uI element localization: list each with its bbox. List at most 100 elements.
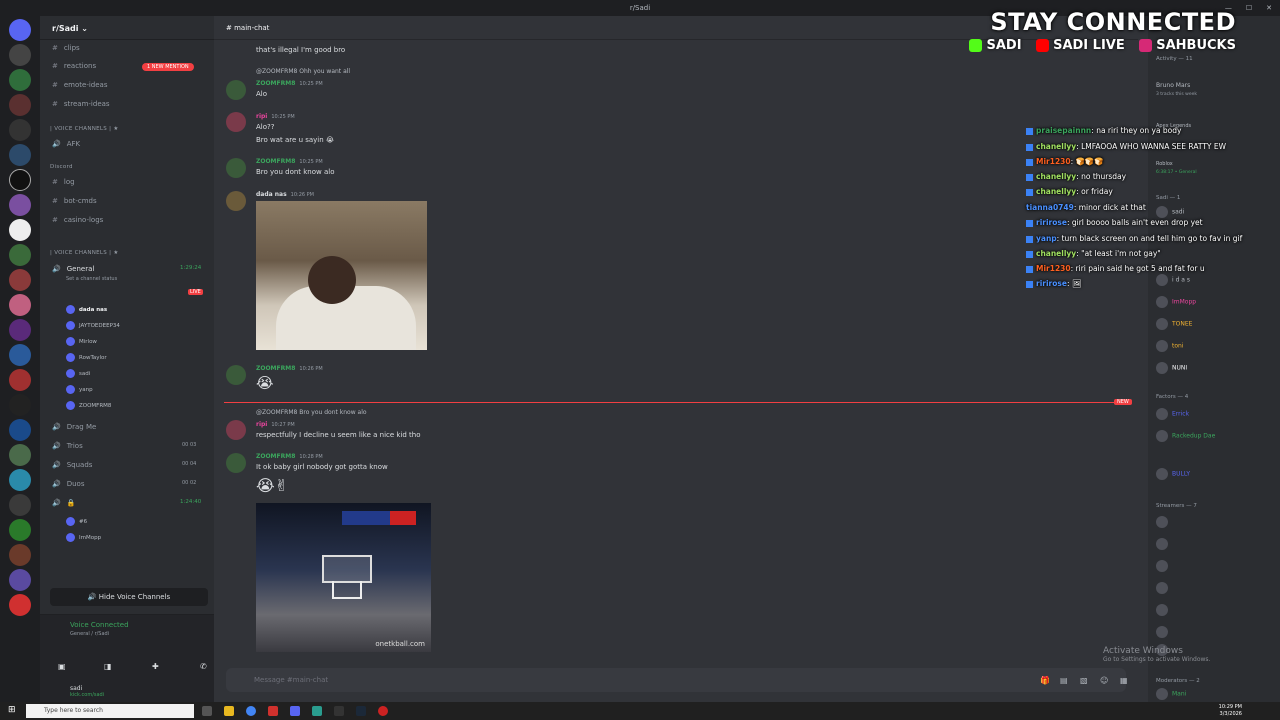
author-name[interactable]: ZOOMFRM8 <box>256 80 295 87</box>
channel-stream-ideas[interactable]: # stream-ideas <box>52 100 110 108</box>
discord-icon[interactable] <box>290 706 300 716</box>
server-icon[interactable] <box>9 544 31 566</box>
voice-channel-duos[interactable]: 🔊 Duos <box>52 480 84 488</box>
voice-user[interactable]: RowTaylor <box>66 353 107 362</box>
server-icon[interactable] <box>9 294 31 316</box>
server-icon[interactable] <box>9 419 31 441</box>
voice-channel-locked[interactable]: 🔊 🔒 <box>52 499 75 507</box>
member-row[interactable]: i d a s <box>1156 274 1190 286</box>
channel-reactions[interactable]: # reactions <box>52 62 96 70</box>
server-icon[interactable] <box>9 444 31 466</box>
member-row[interactable]: sadi <box>1156 206 1184 218</box>
member-row[interactable]: TONEE <box>1156 318 1192 330</box>
member-row[interactable]: Mani <box>1156 688 1186 700</box>
voice-user[interactable]: yanp <box>66 385 93 394</box>
server-icon[interactable] <box>9 394 31 416</box>
voice-user[interactable]: dada nas <box>66 305 107 314</box>
message-input[interactable]: Message #main-chat <box>226 668 1126 692</box>
hide-voice-channels-button[interactable]: 🔊 Hide Voice Channels <box>50 588 208 606</box>
screen-share-icon[interactable]: ◨ <box>104 662 112 671</box>
author-name[interactable]: ZOOMFRM8 <box>256 453 295 460</box>
voice-user[interactable]: ZOOMFRM8 <box>66 401 111 410</box>
activity-name[interactable]: Roblox <box>1156 161 1173 167</box>
avatar[interactable] <box>226 420 246 440</box>
member-row[interactable] <box>1156 582 1172 594</box>
channel-casino-logs[interactable]: # casino-logs <box>52 216 103 224</box>
member-row[interactable]: Errick <box>1156 408 1189 420</box>
member-row[interactable]: BULLY <box>1156 468 1190 480</box>
server-icon[interactable] <box>9 194 31 216</box>
voice-channel-drag-me[interactable]: 🔊 Drag Me <box>52 423 96 431</box>
chrome-icon[interactable] <box>246 706 256 716</box>
windows-start-icon[interactable]: ⊞ <box>8 705 16 715</box>
member-row[interactable] <box>1156 604 1172 616</box>
server-icon[interactable] <box>9 169 31 191</box>
member-row[interactable]: ImMopp <box>1156 296 1196 308</box>
category-voice-channels[interactable]: | VOICE CHANNELS | ★ <box>50 126 119 132</box>
disconnect-icon[interactable]: ✆ <box>200 662 207 671</box>
category-voice-channels-2[interactable]: | VOICE CHANNELS | ★ <box>50 250 119 256</box>
voice-user[interactable]: #6 <box>66 517 87 526</box>
server-icon[interactable] <box>9 519 31 541</box>
server-icon[interactable] <box>9 494 31 516</box>
voice-user[interactable]: JAYTOEDEEP34 <box>66 321 120 330</box>
avatar[interactable] <box>226 365 246 385</box>
server-icon[interactable] <box>9 469 31 491</box>
gif-icon[interactable]: ▤ <box>1060 676 1068 685</box>
member-row[interactable] <box>1156 516 1172 528</box>
maximize-icon[interactable]: ☐ <box>1246 0 1252 16</box>
channel-bot-cmds[interactable]: # bot-cmds <box>52 197 97 205</box>
author-name[interactable]: ripi <box>256 113 267 120</box>
voice-user[interactable]: Mirlow <box>66 337 97 346</box>
server-icon[interactable] <box>9 94 31 116</box>
avatar[interactable] <box>226 112 246 132</box>
reply-preview[interactable]: @ZOOMFRM8 Ohh you want all <box>256 68 350 75</box>
avatar[interactable] <box>226 191 246 211</box>
server-icon[interactable] <box>9 69 31 91</box>
server-icon[interactable] <box>9 269 31 291</box>
voice-connected-sub[interactable]: General / r/Sadi <box>70 631 109 637</box>
activities-icon[interactable]: ✚ <box>152 662 159 671</box>
server-icon[interactable] <box>9 369 31 391</box>
app-icon[interactable] <box>268 706 278 716</box>
reply-preview[interactable]: @ZOOMFRM8 Bro you dont know alo <box>256 409 367 416</box>
author-name[interactable]: ripi <box>256 421 267 428</box>
avatar[interactable] <box>226 80 246 100</box>
obs-icon[interactable] <box>334 706 344 716</box>
server-icon[interactable] <box>9 569 31 591</box>
sticker-icon[interactable]: ▧ <box>1080 676 1088 685</box>
author-name[interactable]: dada nas <box>256 191 287 198</box>
voice-channel-trios[interactable]: 🔊 Trios <box>52 442 83 450</box>
voice-channel-general[interactable]: 🔊 General <box>52 265 94 273</box>
emoji-icon[interactable]: ☺ <box>1100 676 1108 685</box>
user-panel[interactable]: sadi kick.com/sadi <box>40 682 214 702</box>
app-icon[interactable] <box>378 706 388 716</box>
channel-emote-ideas[interactable]: # emote-ideas <box>52 81 108 89</box>
file-explorer-icon[interactable] <box>224 706 234 716</box>
gif-attachment[interactable]: onetkball.com <box>256 503 431 652</box>
steam-icon[interactable] <box>356 706 366 716</box>
app-icon[interactable] <box>312 706 322 716</box>
member-row[interactable]: NUNI <box>1156 362 1187 374</box>
voice-user[interactable]: ImMopp <box>66 533 101 542</box>
task-view-icon[interactable] <box>202 706 212 716</box>
avatar[interactable] <box>226 453 246 473</box>
home-server-icon[interactable] <box>9 19 31 41</box>
image-attachment[interactable] <box>256 201 427 350</box>
new-mention-badge[interactable]: 1 NEW MENTION <box>142 63 194 71</box>
channel-log[interactable]: # log <box>52 178 75 186</box>
close-icon[interactable]: ✕ <box>1266 0 1272 16</box>
server-icon[interactable] <box>9 44 31 66</box>
server-icon[interactable] <box>9 344 31 366</box>
voice-channel-squads[interactable]: 🔊 Squads <box>52 461 92 469</box>
server-icon[interactable] <box>9 144 31 166</box>
taskbar-search[interactable]: Type here to search <box>26 704 194 718</box>
avatar[interactable] <box>226 158 246 178</box>
member-row[interactable] <box>1156 560 1172 572</box>
gift-icon[interactable]: 🎁 <box>1040 676 1050 685</box>
server-icon[interactable] <box>9 319 31 341</box>
channel-afk[interactable]: 🔊 AFK <box>52 140 80 148</box>
member-row[interactable]: toni <box>1156 340 1184 352</box>
member-row[interactable]: Rackedup Dae <box>1156 430 1215 442</box>
system-clock[interactable]: 10:29 PM 3/3/2026 <box>1219 704 1242 718</box>
